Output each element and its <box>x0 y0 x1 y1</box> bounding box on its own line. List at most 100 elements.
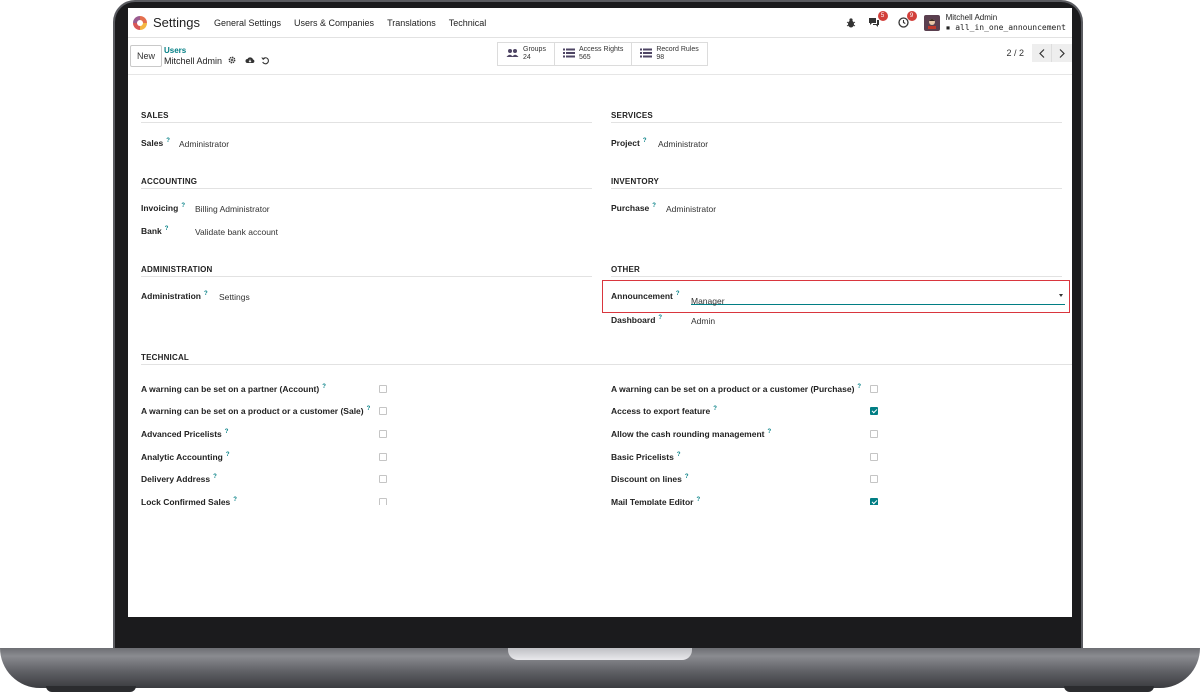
section-divider <box>141 122 592 123</box>
tech-checkbox-delivery-address[interactable] <box>379 475 387 483</box>
help-tooltip-icon[interactable]: ? <box>165 226 169 232</box>
section-divider <box>141 188 592 189</box>
tech-label-warning-partner: A warning can be set on a partner (Accou… <box>141 384 326 394</box>
groups-count: 24 <box>523 54 531 61</box>
record-rules-button[interactable]: Record Rules 98 <box>632 43 706 65</box>
section-divider <box>611 276 1062 277</box>
field-value-administration[interactable]: Settings <box>219 292 250 302</box>
activity-clock-icon[interactable]: 9 <box>897 11 917 29</box>
help-tooltip-icon[interactable]: ? <box>233 497 237 503</box>
laptop-foot-right <box>1064 686 1154 692</box>
help-tooltip-icon[interactable]: ? <box>166 138 170 144</box>
screen: Settings General Settings Users & Compan… <box>128 8 1072 617</box>
tech-checkbox-cash-rounding[interactable] <box>870 430 878 438</box>
smart-buttons: Groups 24 Access Rights 565 Record Rules 98 <box>497 42 708 66</box>
field-value-project[interactable]: Administrator <box>658 139 708 149</box>
odoo-logo-icon[interactable] <box>133 15 147 30</box>
help-tooltip-icon[interactable]: ? <box>322 384 326 390</box>
field-label-project: Project? <box>611 138 647 148</box>
pager-next-button[interactable] <box>1052 44 1072 62</box>
chevron-right-icon <box>1059 48 1065 58</box>
record-rules-count: 98 <box>656 54 665 61</box>
tech-checkbox-discount-lines[interactable] <box>870 475 878 483</box>
caret-down-icon[interactable] <box>1059 294 1063 297</box>
help-tooltip-icon[interactable]: ? <box>677 452 681 458</box>
control-panel: New Users Mitchell Admin Groups 24 Acces… <box>128 38 1072 74</box>
help-tooltip-icon[interactable]: ? <box>226 452 230 458</box>
help-tooltip-icon[interactable]: ? <box>658 315 662 321</box>
laptop-notch <box>508 648 692 660</box>
help-tooltip-icon[interactable]: ? <box>768 429 772 435</box>
tech-label-advanced-pricelists: Advanced Pricelists? <box>141 429 229 439</box>
help-tooltip-icon[interactable]: ? <box>857 384 861 390</box>
section-inventory-title: INVENTORY <box>611 177 660 186</box>
announcement-select[interactable]: Manager <box>691 291 1065 306</box>
menu-users-companies[interactable]: Users & Companies <box>294 18 374 28</box>
help-tooltip-icon[interactable]: ? <box>643 138 647 144</box>
list-icon <box>640 45 653 63</box>
user-menu[interactable]: Mitchell Admin ▪ all_in_one_announcement <box>946 13 1066 33</box>
menu-translations[interactable]: Translations <box>387 18 436 28</box>
help-tooltip-icon[interactable]: ? <box>213 474 217 480</box>
field-value-sales[interactable]: Administrator <box>179 139 229 149</box>
groups-button[interactable]: Groups 24 <box>498 43 555 65</box>
section-sales-title: SALES <box>141 111 169 120</box>
tech-checkbox-warning-purchase[interactable] <box>870 385 878 393</box>
help-tooltip-icon[interactable]: ? <box>685 474 689 480</box>
tech-checkbox-export-feature[interactable] <box>870 407 878 415</box>
tech-label-warning-sale: A warning can be set on a product or a c… <box>141 406 371 416</box>
laptop-foot-left <box>46 686 136 692</box>
main-menu: General Settings Users & Companies Trans… <box>214 18 499 28</box>
discard-undo-icon[interactable] <box>261 56 270 68</box>
section-divider <box>141 276 592 277</box>
breadcrumb: Users Mitchell Admin <box>164 45 270 68</box>
access-rights-count: 565 <box>578 54 591 61</box>
tech-checkbox-warning-sale[interactable] <box>379 407 387 415</box>
groups-label: Groups <box>523 46 546 53</box>
help-tooltip-icon[interactable]: ? <box>713 406 717 412</box>
tech-label-mail-template-editor: Mail Template Editor? <box>611 497 701 505</box>
tech-checkbox-analytic-accounting[interactable] <box>379 453 387 461</box>
menu-general-settings[interactable]: General Settings <box>214 18 281 28</box>
help-tooltip-icon[interactable]: ? <box>367 406 371 412</box>
tech-checkbox-basic-pricelists[interactable] <box>870 453 878 461</box>
help-tooltip-icon[interactable]: ? <box>676 291 680 297</box>
field-value-invoicing[interactable]: Billing Administrator <box>195 204 270 214</box>
section-technical-title: TECHNICAL <box>141 353 190 362</box>
messages-icon[interactable]: 5 <box>868 11 888 29</box>
debug-bug-icon[interactable] <box>845 16 858 29</box>
tech-label-analytic-accounting: Analytic Accounting? <box>141 452 230 462</box>
app-title[interactable]: Settings <box>153 15 200 30</box>
breadcrumb-users[interactable]: Users <box>164 45 270 56</box>
database-name: ▪ all_in_one_announcement <box>946 23 1066 33</box>
new-button[interactable]: New <box>130 45 162 67</box>
help-tooltip-icon[interactable]: ? <box>652 203 656 209</box>
messages-badge: 5 <box>877 11 888 21</box>
cloud-save-icon[interactable] <box>245 56 255 67</box>
section-other-title: OTHER <box>611 265 640 274</box>
tech-checkbox-advanced-pricelists[interactable] <box>379 430 387 438</box>
field-label-sales: Sales? <box>141 138 170 148</box>
help-tooltip-icon[interactable]: ? <box>225 429 229 435</box>
tech-label-warning-purchase: A warning can be set on a product or a c… <box>611 384 862 394</box>
pager-previous-button[interactable] <box>1032 44 1052 62</box>
top-navbar: Settings General Settings Users & Compan… <box>128 8 1072 38</box>
access-rights-button[interactable]: Access Rights 565 <box>555 43 633 65</box>
tech-checkbox-mail-template-editor[interactable] <box>870 498 878 505</box>
pager-value[interactable]: 2 / 2 <box>1006 48 1024 58</box>
help-tooltip-icon[interactable]: ? <box>204 291 208 297</box>
tech-checkbox-lock-confirmed-sales[interactable] <box>379 498 387 505</box>
help-tooltip-icon[interactable]: ? <box>697 497 701 503</box>
field-value-purchase[interactable]: Administrator <box>666 204 716 214</box>
field-value-bank[interactable]: Validate bank account <box>195 227 278 237</box>
tech-checkbox-warning-partner[interactable] <box>379 385 387 393</box>
user-avatar[interactable] <box>923 14 940 31</box>
users-group-icon <box>506 45 519 63</box>
database-icon: ▪ <box>945 22 951 32</box>
help-tooltip-icon[interactable]: ? <box>181 203 185 209</box>
menu-technical[interactable]: Technical <box>449 18 487 28</box>
field-value-dashboard[interactable]: Admin <box>691 316 715 326</box>
section-divider <box>141 364 1072 365</box>
gear-icon[interactable] <box>228 56 236 67</box>
announcement-select-value: Manager <box>691 296 725 306</box>
